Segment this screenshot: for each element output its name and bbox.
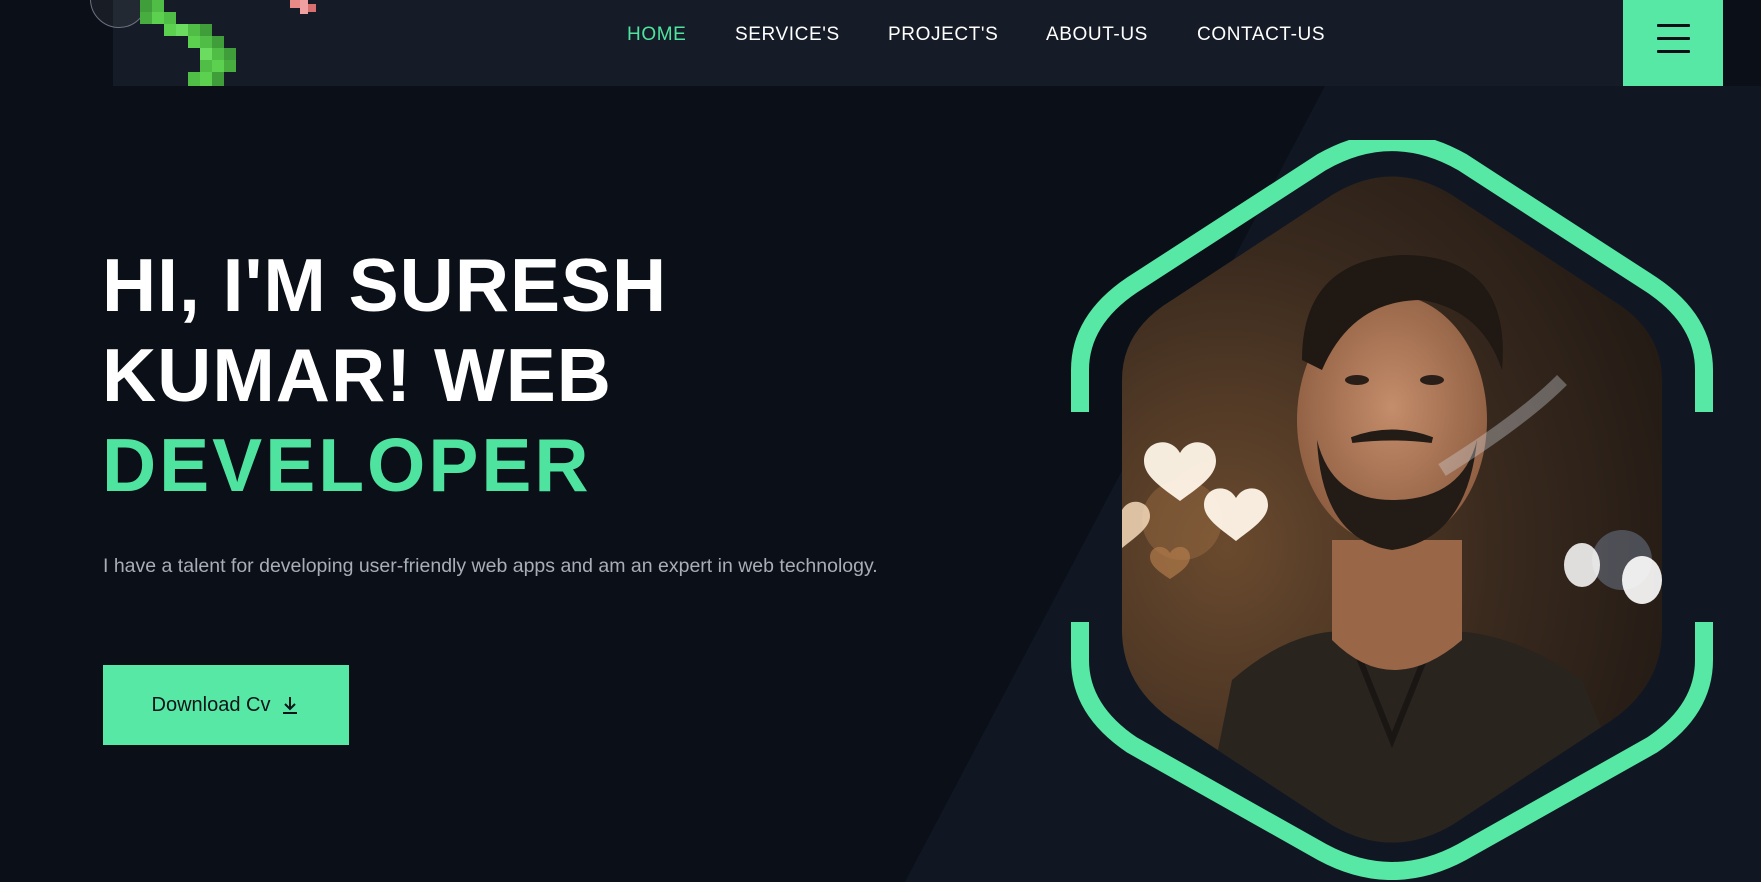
profile-photo (1071, 140, 1713, 880)
hamburger-menu-icon-bar-2 (1657, 37, 1690, 40)
page: HOME SERVICE'S PROJECT'S ABOUT-US CONTAC… (0, 0, 1761, 882)
download-cv-button[interactable]: Download Cv (103, 665, 349, 745)
hamburger-menu-icon-bar-3 (1657, 50, 1690, 53)
hero-title-accent: DEVELOPER (102, 423, 592, 507)
download-icon (283, 697, 298, 714)
nav-item-about-us[interactable]: ABOUT-US (1046, 24, 1148, 46)
nav-item-services[interactable]: SERVICE'S (735, 24, 840, 46)
hero-title: HI, I'M SURESH KUMAR! WEB DEVELOPER (102, 240, 667, 510)
nav-item-home[interactable]: HOME (627, 24, 686, 46)
hero-description: I have a talent for developing user-frie… (103, 555, 878, 577)
hero-title-line-1: HI, I'M SURESH (102, 243, 668, 327)
hamburger-menu-button[interactable] (1623, 0, 1723, 86)
nav-item-projects[interactable]: PROJECT'S (888, 24, 998, 46)
profile-portrait-frame (1062, 140, 1722, 880)
nav-menu: HOME SERVICE'S PROJECT'S ABOUT-US CONTAC… (0, 24, 1761, 48)
hero-title-line-2: KUMAR! WEB (102, 333, 612, 417)
download-cv-label: Download Cv (151, 693, 271, 716)
hamburger-menu-icon-bar-1 (1657, 24, 1690, 27)
nav-item-contact-us[interactable]: CONTACT-US (1197, 24, 1325, 46)
